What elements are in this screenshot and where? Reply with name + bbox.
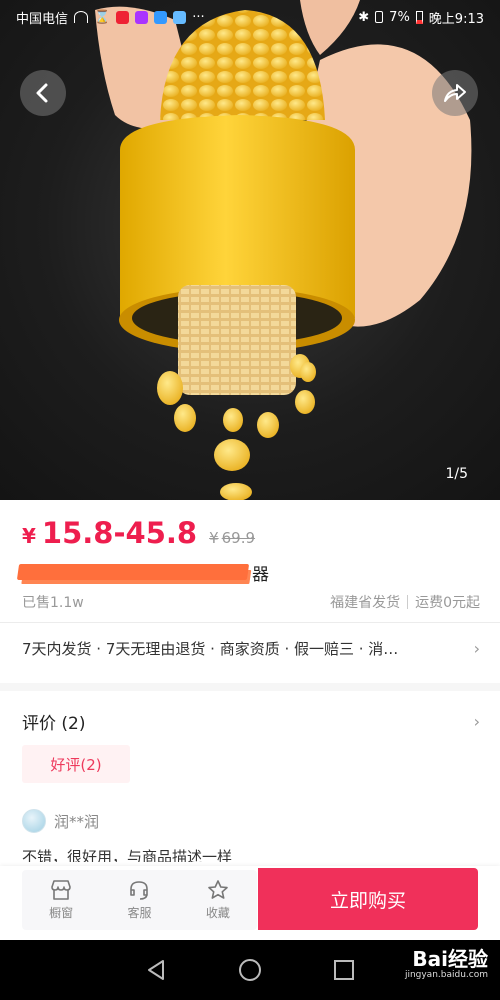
product-image-carousel[interactable]: 中国电信 ⌛ ··· ✱ 7% 晚上9:13 1/5 bbox=[0, 0, 500, 500]
headset-icon bbox=[130, 881, 149, 900]
triangle-back-icon bbox=[148, 960, 165, 980]
reviewer-info: 润**润 bbox=[22, 809, 99, 833]
divider bbox=[0, 622, 500, 623]
back-button[interactable] bbox=[20, 70, 66, 116]
battery-icon bbox=[415, 10, 423, 24]
price-min: 15.8 bbox=[41, 516, 114, 550]
sold-count: 已售1.1w bbox=[22, 595, 84, 611]
chevron-left-icon bbox=[36, 83, 48, 103]
storefront-icon bbox=[51, 880, 71, 900]
price-max: 45.8 bbox=[125, 516, 198, 550]
chevron-right-icon: › bbox=[473, 712, 480, 731]
app-icon-lightblue bbox=[173, 10, 187, 24]
battery-label: 7% bbox=[389, 9, 410, 25]
nav-recents-button[interactable] bbox=[332, 958, 356, 982]
reviews-header[interactable]: 评价 (2) › bbox=[22, 709, 480, 734]
square-recents-icon bbox=[333, 960, 354, 980]
price-row: ¥ 15.8 - 45.8 ¥ 69.9 bbox=[22, 516, 255, 550]
reviews-title: 评价 (2) bbox=[22, 714, 86, 734]
carrier-label: 中国电信 bbox=[16, 11, 69, 27]
watermark-brand: Bai经验 bbox=[412, 947, 488, 971]
circle-home-icon bbox=[238, 959, 261, 981]
clock-label: 晚上9:13 bbox=[428, 11, 484, 27]
original-currency-symbol: ¥ bbox=[209, 529, 219, 547]
wifi-icon bbox=[74, 11, 89, 23]
bottom-action-bar: 橱窗 客服 收藏 立即购买 bbox=[0, 866, 500, 940]
corn-stripper-photo bbox=[95, 0, 472, 500]
customer-service-label: 客服 bbox=[127, 906, 152, 920]
product-title: 器 bbox=[16, 560, 269, 585]
star-icon bbox=[208, 880, 228, 899]
nav-home-button[interactable] bbox=[237, 957, 263, 983]
shop-window-button[interactable]: 橱窗 bbox=[49, 879, 73, 921]
section-separator bbox=[0, 683, 500, 691]
currency-symbol: ¥ bbox=[22, 524, 36, 548]
meta-divider bbox=[407, 595, 409, 609]
chevron-right-icon: › bbox=[473, 639, 480, 658]
baidu-jingyan-watermark: Bai经验 jingyan.baidu.com bbox=[405, 948, 488, 981]
more-notifications-icon: ··· bbox=[192, 9, 205, 25]
service-guarantees-row[interactable]: 7天内发货 · 7天无理由退货 · 商家资质 · 假一赔三 · 消… › bbox=[22, 638, 480, 659]
service-guarantees-text: 7天内发货 · 7天无理由退货 · 商家资质 · 假一赔三 · 消… bbox=[22, 640, 399, 658]
app-icon-purple bbox=[135, 10, 149, 24]
price-separator: - bbox=[113, 516, 126, 550]
secondary-actions: 橱窗 客服 收藏 bbox=[22, 870, 257, 930]
shipping-fee: 运费0元起 bbox=[415, 595, 480, 611]
shop-window-label: 橱窗 bbox=[49, 906, 74, 920]
image-page-indicator: 1/5 bbox=[445, 466, 468, 482]
bluetooth-icon: ✱ bbox=[358, 9, 370, 25]
product-meta: 已售1.1w 福建省发货 运费0元起 bbox=[22, 592, 480, 612]
reviewer-name: 润**润 bbox=[54, 812, 100, 831]
ship-from: 福建省发货 bbox=[330, 595, 401, 611]
watermark-site: jingyan.baidu.com bbox=[404, 970, 488, 980]
product-title-suffix: 器 bbox=[252, 564, 269, 585]
good-review-tag[interactable]: 好评(2) bbox=[22, 745, 130, 783]
hourglass-icon: ⌛ bbox=[94, 9, 111, 25]
customer-service-button[interactable]: 客服 bbox=[127, 879, 152, 921]
app-icon-blue bbox=[154, 10, 168, 24]
share-arrow-icon bbox=[444, 84, 466, 102]
review-text: 不错，很好用，与商品描述一样 bbox=[22, 848, 233, 862]
original-price: 69.9 bbox=[221, 529, 256, 547]
vibrate-icon bbox=[375, 11, 384, 23]
share-button[interactable] bbox=[432, 70, 478, 116]
app-icon-red bbox=[116, 10, 130, 24]
favorite-button[interactable]: 收藏 bbox=[206, 879, 230, 921]
status-bar: 中国电信 ⌛ ··· ✱ 7% 晚上9:13 bbox=[0, 0, 500, 34]
redacted-title-mark bbox=[16, 564, 250, 580]
favorite-label: 收藏 bbox=[205, 906, 230, 920]
nav-back-button[interactable] bbox=[144, 958, 168, 982]
buy-now-button[interactable]: 立即购买 bbox=[258, 868, 478, 930]
avatar bbox=[22, 809, 46, 833]
